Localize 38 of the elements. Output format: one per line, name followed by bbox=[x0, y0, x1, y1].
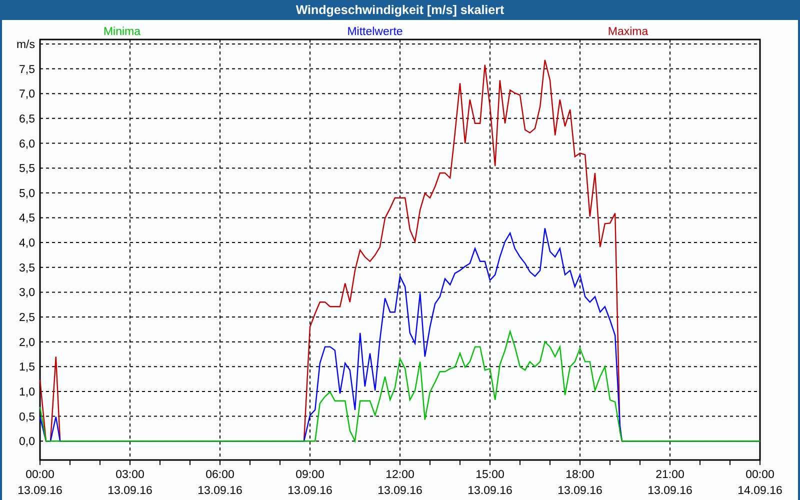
axis-label: 6,5 bbox=[19, 113, 35, 126]
axis-label: 3,5 bbox=[19, 262, 35, 274]
axis-label: 03:00 bbox=[116, 469, 144, 481]
axis-label: 06:00 bbox=[206, 469, 234, 481]
axis-label: 3,0 bbox=[19, 287, 35, 300]
date-label: 13.09.16 bbox=[648, 485, 692, 497]
axis-label: 2,0 bbox=[19, 336, 35, 349]
axis-label: 5,5 bbox=[19, 163, 35, 176]
axis-label: 5,0 bbox=[19, 188, 35, 200]
axis-label: 7,5 bbox=[19, 64, 35, 76]
date-label: 14.09.16 bbox=[738, 485, 782, 497]
axis-label: 00:00 bbox=[746, 469, 774, 481]
axis-label: 21:00 bbox=[656, 469, 684, 481]
axis-label: 1,5 bbox=[19, 362, 35, 374]
legend-label: Minima bbox=[103, 26, 141, 38]
axis-label: 2,5 bbox=[19, 312, 35, 324]
axis-label: 7,0 bbox=[19, 88, 35, 101]
axis-label: 1,0 bbox=[19, 386, 35, 398]
axis-label: 00:00 bbox=[26, 469, 54, 481]
axis-label: 6,0 bbox=[19, 138, 35, 150]
axis-label: 4,0 bbox=[19, 238, 35, 250]
date-label: 13.09.16 bbox=[18, 485, 62, 497]
date-label: 13.09.16 bbox=[558, 485, 602, 497]
axis-label: 0,0 bbox=[19, 436, 35, 448]
axis-label: 09:00 bbox=[296, 469, 324, 481]
axis-label: 12:00 bbox=[386, 469, 414, 481]
axis-label: 4,5 bbox=[19, 212, 35, 225]
date-label: 13.09.16 bbox=[108, 485, 152, 497]
date-label: 13.09.16 bbox=[288, 485, 332, 497]
axis-label: 0,5 bbox=[19, 411, 35, 424]
date-label: 13.09.16 bbox=[378, 485, 422, 497]
date-label: 13.09.16 bbox=[198, 485, 242, 497]
axis-label: 15:00 bbox=[476, 469, 504, 481]
axis-label: 18:00 bbox=[566, 469, 594, 481]
legend-label: Maxima bbox=[608, 26, 648, 38]
date-label: 13.09.16 bbox=[468, 485, 512, 497]
axis-title: m/s bbox=[16, 38, 35, 51]
legend-label: Mittelwerte bbox=[347, 26, 403, 38]
